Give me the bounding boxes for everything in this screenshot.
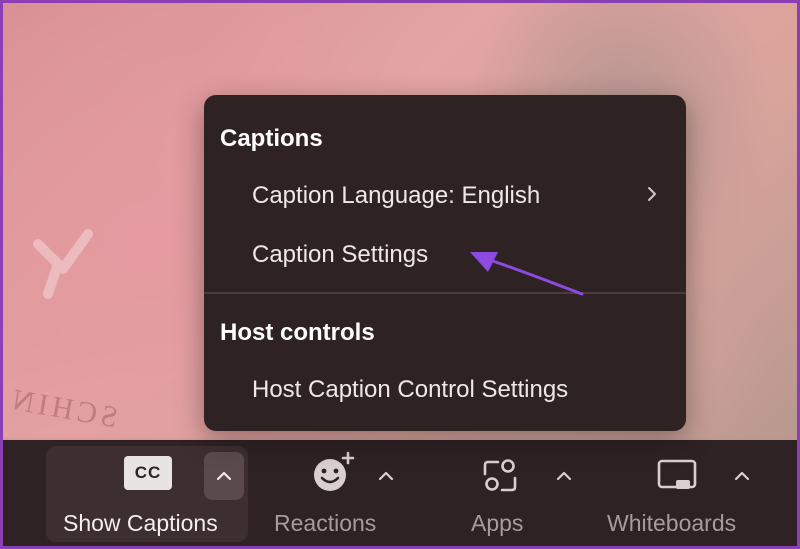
apps-icon xyxy=(483,459,517,492)
whiteboard-icon xyxy=(657,459,697,489)
chevron-up-icon xyxy=(378,471,394,481)
show-captions-button[interactable]: CC Show Captions xyxy=(46,440,218,540)
annotation-arrow-icon xyxy=(470,252,584,296)
toolbar-label: Show Captions xyxy=(63,510,218,536)
menu-section-host-controls: Host controls xyxy=(220,319,375,346)
menu-item-caption-language[interactable]: Caption Language: English xyxy=(204,171,686,221)
toolbar-label: Reactions xyxy=(274,510,377,536)
meeting-toolbar: CC Show Captions Reactions Apps Whiteboa… xyxy=(0,440,800,549)
chevron-right-icon xyxy=(646,183,658,209)
show-captions-options-button[interactable] xyxy=(204,452,244,500)
shirt-logo xyxy=(33,229,93,299)
smiley-plus-icon xyxy=(314,451,355,491)
menu-item-label: Caption Settings xyxy=(252,241,429,268)
menu-item-host-caption-control-settings[interactable]: Host Caption Control Settings xyxy=(204,365,686,415)
toolbar-label: Whiteboards xyxy=(607,510,737,536)
whiteboards-options-button[interactable] xyxy=(722,452,762,500)
menu-section-captions: Captions xyxy=(220,125,323,152)
menu-item-label: Host Caption Control Settings xyxy=(252,376,569,403)
apps-button[interactable]: Apps xyxy=(460,440,540,540)
apps-options-button[interactable] xyxy=(544,452,584,500)
chevron-up-icon xyxy=(556,471,572,481)
cc-icon: CC xyxy=(124,456,172,490)
menu-item-label: Caption Language: English xyxy=(252,182,541,209)
reactions-options-button[interactable] xyxy=(366,452,406,500)
toolbar-label: Apps xyxy=(471,510,524,536)
chevron-up-icon xyxy=(216,471,232,481)
chevron-up-icon xyxy=(734,471,750,481)
